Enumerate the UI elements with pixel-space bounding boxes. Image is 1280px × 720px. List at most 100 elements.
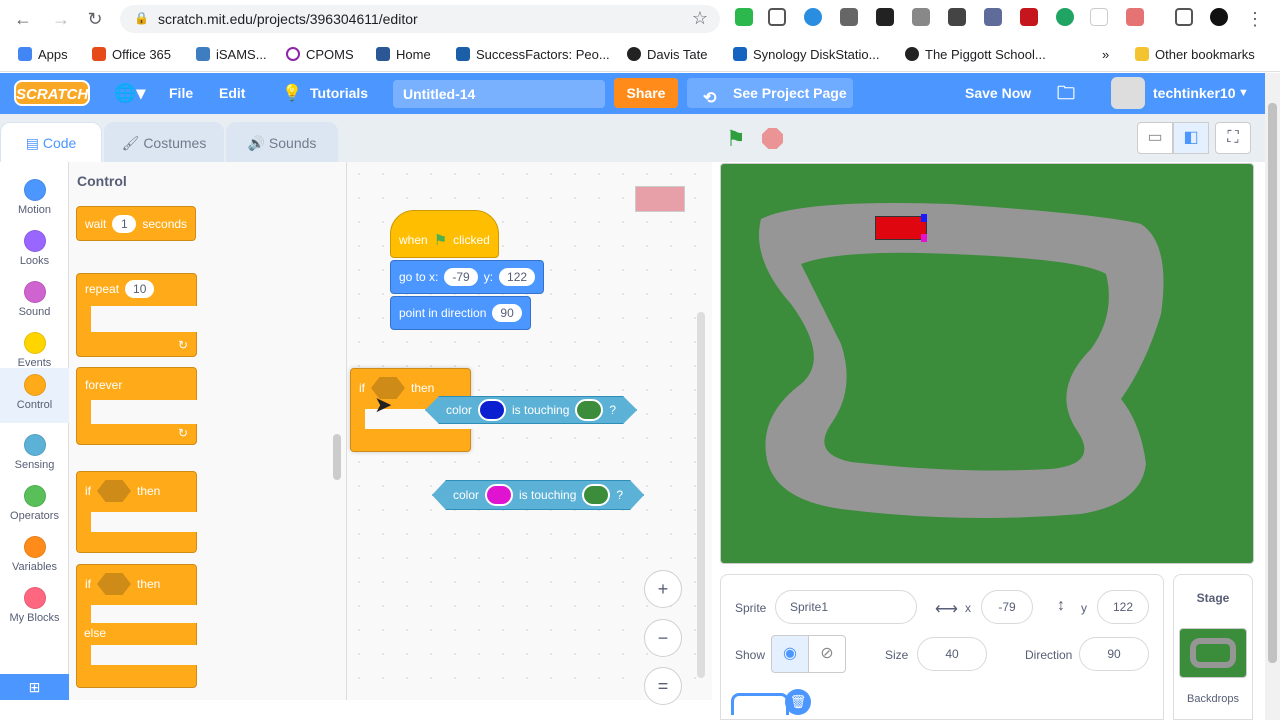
stage-canvas[interactable] [720,163,1254,564]
share-button[interactable]: Share [614,78,678,108]
bookmark-star-icon[interactable]: ☆ [692,8,708,29]
account-caret-icon[interactable]: ▼ [1238,73,1249,114]
category-variables[interactable]: Variables [0,527,69,577]
fullscreen-icon[interactable]: ⛶ [1215,122,1251,154]
show-hidden-icon[interactable]: ⊘ [808,635,846,673]
bookmark-isams[interactable]: iSAMS... [196,44,267,64]
save-now-button[interactable]: Save Now [965,73,1031,114]
stop-icon[interactable] [762,128,783,149]
project-title-input[interactable]: Untitled-14 [393,80,605,108]
username-menu[interactable]: techtinker10 [1153,73,1235,114]
goto-x-input[interactable]: -79 [444,268,478,286]
category-sensing[interactable]: Sensing [0,425,69,475]
condition-slot[interactable] [97,573,131,595]
tutorials-menu[interactable]: Tutorials [310,73,368,114]
dropbox-icon[interactable] [840,8,858,26]
green-flag-icon[interactable]: ⚑ [726,126,746,152]
delete-sprite-icon[interactable]: 🗑 [785,689,811,715]
bookmark-home[interactable]: Home [376,44,431,64]
repeat-block[interactable]: repeat 10 ↻ [76,273,211,357]
extension-icon[interactable] [1126,8,1144,26]
normal-stage-icon[interactable]: ◧ [1173,122,1209,154]
bookmark-cpoms[interactable]: CPOMS [286,44,354,64]
direction-input[interactable]: 90 [492,304,522,322]
extension-icon[interactable] [984,8,1002,26]
page-scrollbar[interactable] [1265,73,1280,720]
pdf-icon[interactable] [1020,8,1038,26]
color-swatch-green[interactable] [575,399,603,421]
stage-backdrop-thumbnail[interactable] [1179,628,1247,678]
zoom-out-button[interactable]: − [644,619,682,657]
cast-icon[interactable] [1175,8,1193,26]
address-bar[interactable]: 🔒 scratch.mit.edu/projects/396304611/edi… [120,5,720,33]
bookmark-davis-tate[interactable]: Davis Tate [627,44,707,64]
color-swatch-blue[interactable] [478,399,506,421]
language-globe-icon[interactable]: 🌐▾ [114,73,145,114]
bookmark-other[interactable]: Other bookmarks [1135,44,1255,64]
user-avatar[interactable] [1111,77,1145,109]
my-stuff-folder-icon[interactable]: 🗀 [1057,73,1075,114]
repeat-count-input[interactable]: 10 [125,280,155,298]
add-extension-button[interactable]: ⊞ [0,674,69,700]
zoom-in-button[interactable]: + [644,570,682,608]
tab-costumes[interactable]: 🖌 Costumes [104,122,224,162]
x-input[interactable]: -79 [981,590,1033,624]
small-stage-icon[interactable]: ▭ [1137,122,1173,154]
palette-scrollbar[interactable] [333,434,341,480]
grammarly-icon[interactable] [1056,8,1074,26]
extension-icon[interactable] [948,8,966,26]
size-input[interactable]: 40 [917,637,987,671]
extension-icon[interactable] [1090,8,1108,26]
go-to-xy-block[interactable]: go to x: -79 y: 122 [390,260,545,294]
goto-y-input[interactable]: 122 [499,268,536,286]
extension-icon[interactable] [804,8,822,26]
category-control[interactable]: Control [0,368,69,423]
file-menu[interactable]: File [169,73,193,114]
workspace-scrollbar[interactable] [697,312,705,678]
bookmark-successfactors[interactable]: SuccessFactors: Peo... [456,44,610,64]
wait-block[interactable]: wait 1 seconds [76,206,197,241]
forward-icon[interactable]: → [50,8,72,30]
color-swatch-green[interactable] [582,484,610,506]
category-looks[interactable]: Looks [0,221,69,271]
category-operators[interactable]: Operators [0,476,69,526]
page-scrollbar-thumb[interactable] [1268,103,1277,663]
show-visible-icon[interactable]: ◉ [771,635,809,673]
category-my-blocks[interactable]: My Blocks [0,578,69,628]
zoom-reset-button[interactable]: = [644,667,682,705]
more-menu-icon[interactable]: ⋮ [1244,8,1266,30]
color-touching-color-block-2[interactable]: color is touching? [432,480,644,510]
evernote-icon[interactable] [735,8,753,26]
stage-selector[interactable]: Stage Backdrops [1173,574,1253,720]
forever-block[interactable]: forever ↻ [76,367,211,445]
back-icon[interactable]: ← [12,8,34,30]
if-then-block[interactable]: if then [76,471,211,553]
tab-code[interactable]: ▤ Code [0,122,102,162]
red-car-sprite[interactable] [875,216,927,240]
direction-input[interactable]: 90 [1079,637,1149,671]
category-sound[interactable]: Sound [0,272,69,322]
condition-slot[interactable] [97,480,131,502]
edit-menu[interactable]: Edit [219,73,245,114]
extension-icon[interactable] [876,8,894,26]
sprite-name-input[interactable]: Sprite1 [775,590,917,624]
drive-icon[interactable] [912,8,930,26]
wait-seconds-input[interactable]: 1 [112,214,137,233]
color-swatch-magenta[interactable] [485,484,513,506]
point-in-direction-block[interactable]: point in direction 90 [390,296,531,330]
scratch-logo[interactable]: SCRATCH [14,80,90,106]
pocket-icon[interactable] [768,8,786,26]
bookmark-synology[interactable]: Synology DiskStatio... [733,44,879,64]
sprite-tile[interactable] [731,693,789,715]
bookmarks-overflow[interactable]: » [1102,44,1109,64]
bookmark-piggott[interactable]: The Piggott School... [905,44,1046,64]
profile-avatar[interactable] [1210,8,1228,26]
when-flag-clicked-block[interactable]: when ⚑ clicked [390,210,499,258]
tab-sounds[interactable]: 🔊 Sounds [226,122,338,162]
color-touching-color-block-1[interactable]: color is touching? [425,396,637,424]
category-events[interactable]: Events [0,323,69,373]
bookmark-office365[interactable]: Office 365 [92,44,171,64]
bookmark-apps[interactable]: Apps [18,44,68,64]
if-else-block[interactable]: if then else [76,564,211,688]
category-motion[interactable]: Motion [0,170,69,220]
